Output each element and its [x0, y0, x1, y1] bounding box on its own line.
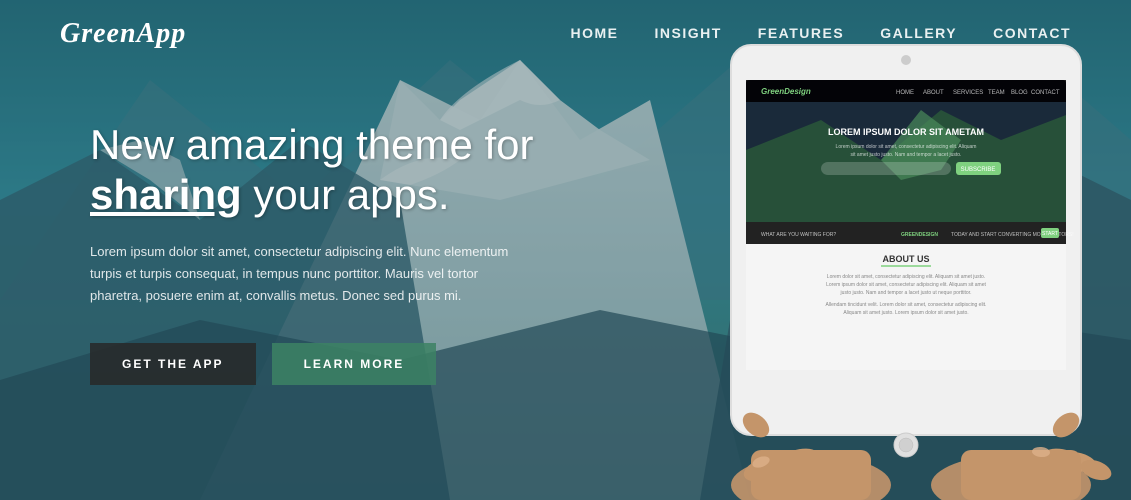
nav-item-home[interactable]: HOME	[571, 25, 619, 43]
hero-title: New amazing theme for sharing your apps.	[90, 120, 534, 221]
hero-title-rest: your apps.	[242, 171, 450, 218]
svg-text:Allendam tincidunt velit. Lore: Allendam tincidunt velit. Lorem dolor si…	[826, 302, 987, 308]
svg-text:SUBSCRIBE: SUBSCRIBE	[961, 167, 996, 173]
svg-text:HOME: HOME	[896, 90, 914, 96]
svg-text:justo justo. Nam and tempor a: justo justo. Nam and tempor a lacet just…	[840, 290, 972, 296]
svg-text:Aliquam sit amet justo. Lorem: Aliquam sit amet justo. Lorem ipsum dolo…	[843, 310, 968, 316]
svg-text:GREENDESIGN: GREENDESIGN	[901, 232, 938, 238]
tablet-mockup: GreenDesign HOME ABOUT SERVICES TEAM BLO…	[631, 30, 1131, 500]
hero-title-highlight: sharing	[90, 171, 242, 218]
svg-text:WHAT ARE YOU WAITING FOR?: WHAT ARE YOU WAITING FOR?	[761, 232, 836, 238]
svg-text:Lorem dolor sit amet, consecte: Lorem dolor sit amet, consectetur adipis…	[827, 274, 985, 280]
tablet-device-svg: GreenDesign HOME ABOUT SERVICES TEAM BLO…	[701, 30, 1131, 500]
hero-title-line1: New amazing theme for	[90, 121, 534, 168]
svg-text:Lorem ipsum dolor sit amet, co: Lorem ipsum dolor sit amet, consectetur …	[836, 144, 977, 150]
hero-buttons: GET THE APP LEARN MORE	[90, 343, 534, 385]
svg-text:START: START	[1042, 231, 1058, 237]
svg-text:BLOG: BLOG	[1011, 90, 1028, 96]
hero-description: Lorem ipsum dolor sit amet, consectetur …	[90, 241, 510, 307]
svg-text:TEAM: TEAM	[988, 90, 1005, 96]
svg-text:ABOUT: ABOUT	[923, 90, 944, 96]
site-logo[interactable]: GreenApp	[60, 18, 186, 50]
nav-link-home[interactable]: HOME	[571, 25, 619, 41]
svg-text:Lorem ipsum dolor sit amet, co: Lorem ipsum dolor sit amet, consectetur …	[826, 282, 986, 288]
hero-section: GreenApp HOME INSIGHT FEATURES GALLERY C…	[0, 0, 1131, 500]
svg-text:sit amet justo justo. Nam and: sit amet justo justo. Nam and tempor a l…	[851, 152, 962, 158]
svg-text:ABOUT US: ABOUT US	[883, 254, 930, 264]
svg-text:SERVICES: SERVICES	[953, 90, 983, 96]
learn-more-button[interactable]: LEARN MORE	[272, 343, 437, 385]
hero-content: New amazing theme for sharing your apps.…	[90, 120, 534, 385]
svg-text:LOREM IPSUM DOLOR SIT AMETAM: LOREM IPSUM DOLOR SIT AMETAM	[828, 127, 984, 137]
svg-text:CONTACT: CONTACT	[1031, 90, 1060, 96]
get-app-button[interactable]: GET THE APP	[90, 343, 256, 385]
svg-text:GreenDesign: GreenDesign	[761, 87, 811, 96]
tablet-wrapper: GreenDesign HOME ABOUT SERVICES TEAM BLO…	[631, 30, 1131, 500]
